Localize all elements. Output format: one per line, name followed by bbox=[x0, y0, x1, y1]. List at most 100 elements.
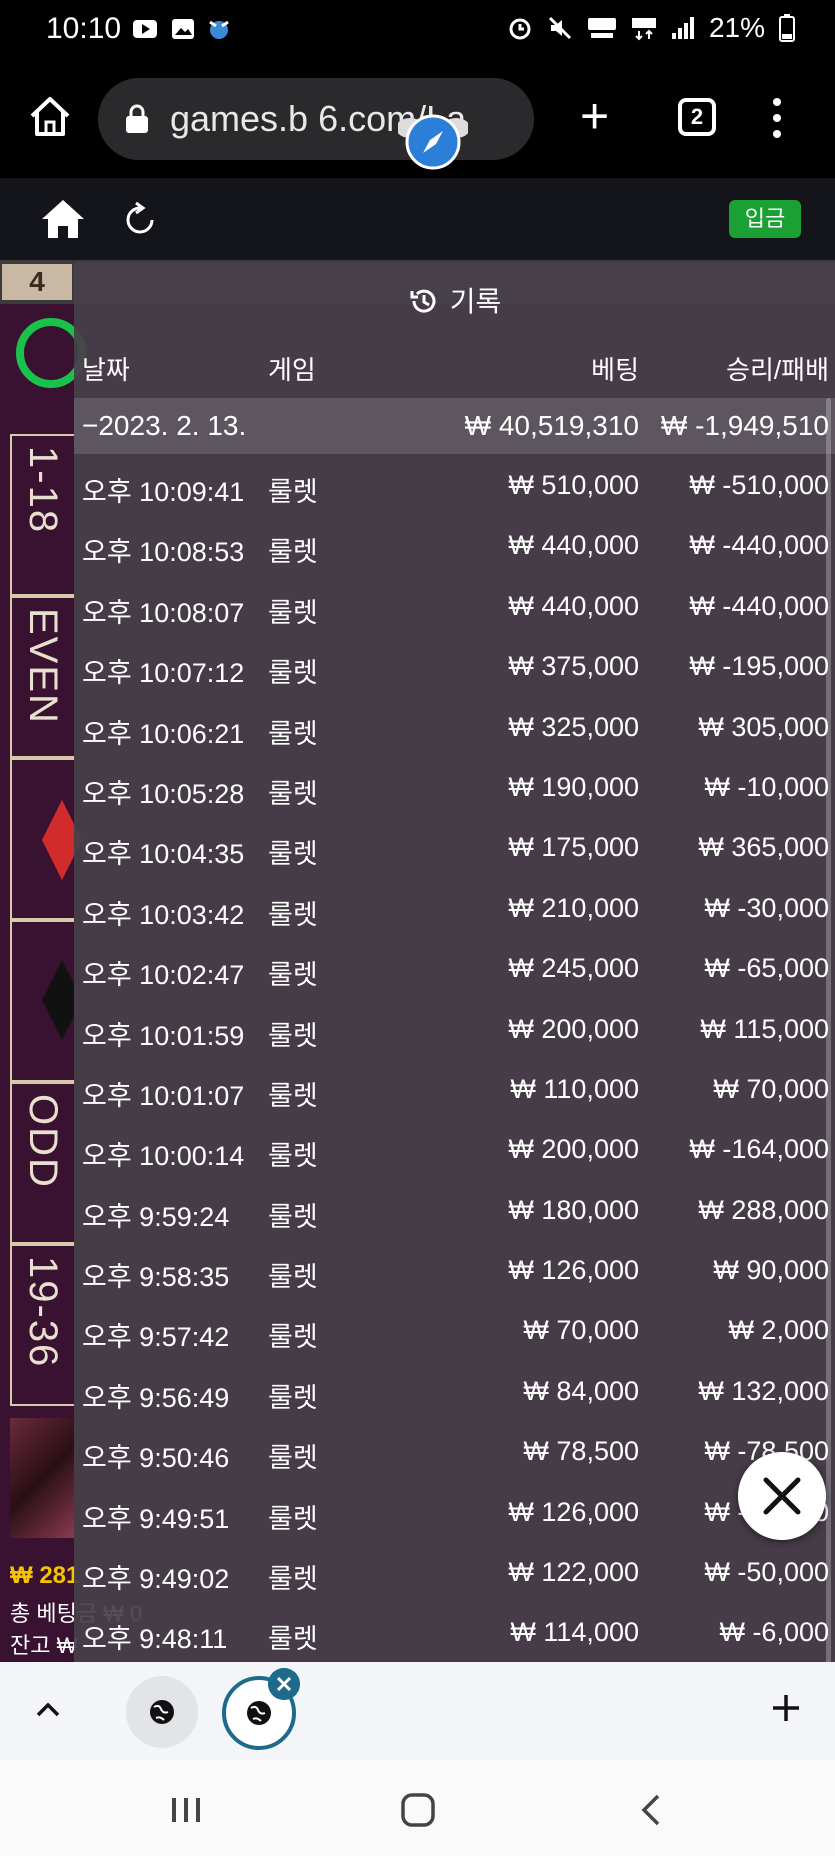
site-home-icon[interactable] bbox=[40, 198, 86, 240]
row-bet: ₩ 190,000 bbox=[508, 771, 639, 802]
row-time: 오후 10:04:35 bbox=[82, 839, 245, 870]
recent-apps-icon[interactable] bbox=[166, 1790, 206, 1830]
lte-icon bbox=[631, 18, 656, 41]
battery-percent: 21% bbox=[708, 12, 765, 43]
row-game: 룰렛 bbox=[268, 1141, 318, 1172]
history-row: 오후 9:58:35 룰렛 ₩ 126,000 ₩ 90,000 bbox=[74, 1241, 835, 1301]
row-bet: ₩ 210,000 bbox=[508, 892, 639, 923]
app-notification-icon bbox=[209, 20, 229, 39]
close-history-button[interactable] bbox=[738, 1452, 826, 1540]
balance-amount: ₩ 281 bbox=[10, 1562, 80, 1589]
mute-icon bbox=[548, 16, 572, 40]
add-tab-icon[interactable] bbox=[770, 1692, 802, 1724]
row-time: 오후 9:58:35 bbox=[82, 1262, 230, 1293]
history-row: 오후 9:48:11 룰렛 ₩ 114,000 ₩ -6,000 bbox=[74, 1603, 835, 1663]
history-row: 오후 10:01:59 룰렛 ₩ 200,000 ₩ 115,000 bbox=[74, 1000, 835, 1060]
row-game: 룰렛 bbox=[268, 1624, 318, 1655]
back-nav-icon[interactable] bbox=[632, 1790, 672, 1830]
tab-count-button[interactable]: 2 bbox=[678, 98, 716, 136]
row-time: 오후 10:08:53 bbox=[82, 537, 245, 568]
row-bet: ₩ 78,500 bbox=[523, 1436, 639, 1467]
bet-19-36[interactable]: 19-36 bbox=[10, 1244, 74, 1406]
row-game: 룰렛 bbox=[268, 839, 318, 870]
bet-odd[interactable]: ODD bbox=[10, 1082, 74, 1244]
row-winloss: ₩ 115,000 bbox=[700, 1013, 829, 1044]
chevron-up-icon[interactable] bbox=[34, 1696, 62, 1724]
row-game: 룰렛 bbox=[268, 1080, 318, 1111]
row-bet: ₩ 126,000 bbox=[508, 1496, 639, 1527]
date-group-row[interactable]: −2023. 2. 13. ₩ 40,519,310 ₩ -1,949,510 bbox=[74, 398, 835, 454]
row-bet: ₩ 375,000 bbox=[508, 651, 639, 682]
balance-label: 잔고 ₩ bbox=[10, 1633, 78, 1658]
history-row: 오후 10:09:41 룰렛 ₩ 510,000 ₩ -510,000 bbox=[74, 456, 835, 516]
history-row: 오후 10:01:07 룰렛 ₩ 110,000 ₩ 70,000 bbox=[74, 1060, 835, 1120]
latest-result: 4 bbox=[2, 264, 72, 300]
row-winloss: ₩ -440,000 bbox=[689, 590, 829, 621]
col-game: 게임 bbox=[268, 355, 316, 385]
bet-1-18[interactable]: 1-18 bbox=[10, 434, 74, 596]
address-bar[interactable]: games.b 6.com/La bbox=[98, 78, 534, 170]
status-time: 10:10 bbox=[46, 12, 122, 45]
row-game: 룰렛 bbox=[268, 1262, 318, 1293]
history-row: 오후 10:02:47 룰렛 ₩ 245,000 ₩ -65,000 bbox=[74, 939, 835, 999]
deposit-button[interactable]: 입금 bbox=[729, 200, 801, 238]
history-row: 오후 10:07:12 룰렛 ₩ 375,000 ₩ -195,000 bbox=[74, 637, 835, 697]
history-row: 오후 9:56:49 룰렛 ₩ 84,000 ₩ 132,000 bbox=[74, 1362, 835, 1422]
status-bar: 10:10 21% bbox=[0, 0, 835, 62]
reload-icon[interactable] bbox=[124, 200, 158, 236]
browser-toolbar: games.b 6.com/La + 2 bbox=[0, 62, 835, 178]
row-time: 오후 9:57:42 bbox=[82, 1322, 230, 1353]
row-time: 오후 10:01:59 bbox=[82, 1020, 245, 1051]
lock-icon bbox=[126, 104, 148, 133]
row-game: 룰렛 bbox=[268, 477, 318, 507]
row-time: 오후 10:06:21 bbox=[82, 718, 245, 749]
row-bet: ₩ 245,000 bbox=[508, 953, 639, 984]
signal-icon bbox=[671, 17, 694, 39]
youtube-icon bbox=[133, 20, 157, 38]
row-winloss: ₩ -164,000 bbox=[689, 1134, 829, 1165]
row-game: 룰렛 bbox=[268, 1322, 318, 1353]
row-time: 오후 10:05:28 bbox=[82, 778, 245, 809]
row-bet: ₩ 200,000 bbox=[508, 1013, 639, 1044]
history-column-headers: 날짜 게임 베팅 승리/패배 bbox=[74, 340, 835, 396]
new-tab-plus-icon[interactable]: + bbox=[580, 91, 609, 141]
history-row: 오후 9:50:46 룰렛 ₩ 78,500 ₩ -78,500 bbox=[74, 1422, 835, 1482]
row-game: 룰렛 bbox=[268, 658, 318, 689]
more-menu-icon[interactable] bbox=[770, 96, 784, 140]
row-bet: ₩ 114,000 bbox=[510, 1617, 639, 1648]
group-winloss-total: ₩ -1,949,510 bbox=[660, 410, 829, 441]
row-winloss: ₩ -195,000 bbox=[689, 651, 829, 682]
bet-even[interactable]: EVEN bbox=[10, 596, 74, 758]
group-bet-total: ₩ 40,519,310 bbox=[464, 410, 639, 441]
history-row: 오후 9:49:51룰렛₩ 126,000₩ -90,000 bbox=[74, 1483, 835, 1543]
row-time: 오후 9:50:46 bbox=[82, 1443, 230, 1474]
history-panel: 기록 날짜 게임 베팅 승리/패배 −2023. 2. 13. ₩ 40,519… bbox=[74, 262, 835, 1688]
history-row: 오후 10:05:28 룰렛 ₩ 190,000 ₩ -10,000 bbox=[74, 758, 835, 818]
row-winloss: ₩ 365,000 bbox=[698, 832, 829, 863]
history-row: 오후 10:04:35 룰렛 ₩ 175,000 ₩ 365,000 bbox=[74, 818, 835, 878]
tab-thumbnail-1[interactable] bbox=[126, 1676, 198, 1748]
compass-extension-icon[interactable] bbox=[398, 104, 468, 174]
row-time: 오후 10:03:42 bbox=[82, 899, 245, 930]
browser-home-icon[interactable] bbox=[26, 92, 74, 140]
history-rows: 오후 10:09:41 룰렛 ₩ 510,000 ₩ -510,000 오후 10:08… bbox=[74, 456, 835, 1664]
row-bet: ₩ 325,000 bbox=[508, 711, 639, 742]
row-bet: ₩ 510,000 bbox=[508, 470, 639, 500]
history-row: 오후 9:49:02 룰렛 ₩ 122,000 ₩ -50,000 bbox=[74, 1543, 835, 1603]
row-game: 룰렛 bbox=[268, 1382, 318, 1413]
row-winloss: ₩ 90,000 bbox=[713, 1255, 829, 1286]
system-nav-bar bbox=[0, 1760, 835, 1856]
home-nav-icon[interactable] bbox=[398, 1790, 438, 1830]
row-time: 오후 10:07:12 bbox=[82, 658, 245, 689]
history-row: 오후 10:00:14 룰렛 ₩ 200,000 ₩ -164,000 bbox=[74, 1120, 835, 1180]
row-game: 룰렛 bbox=[268, 537, 318, 568]
row-time: 오후 9:56:49 bbox=[82, 1382, 230, 1413]
col-date: 날짜 bbox=[82, 355, 130, 385]
close-tab-icon[interactable] bbox=[268, 1668, 300, 1700]
row-time: 오후 10:01:07 bbox=[82, 1080, 245, 1111]
row-bet: ₩ 126,000 bbox=[508, 1255, 639, 1286]
row-winloss: ₩ -50,000 bbox=[704, 1557, 829, 1588]
history-scrollbar[interactable] bbox=[826, 398, 831, 1688]
row-time: 오후 10:08:07 bbox=[82, 597, 245, 628]
globe-icon bbox=[150, 1700, 174, 1724]
